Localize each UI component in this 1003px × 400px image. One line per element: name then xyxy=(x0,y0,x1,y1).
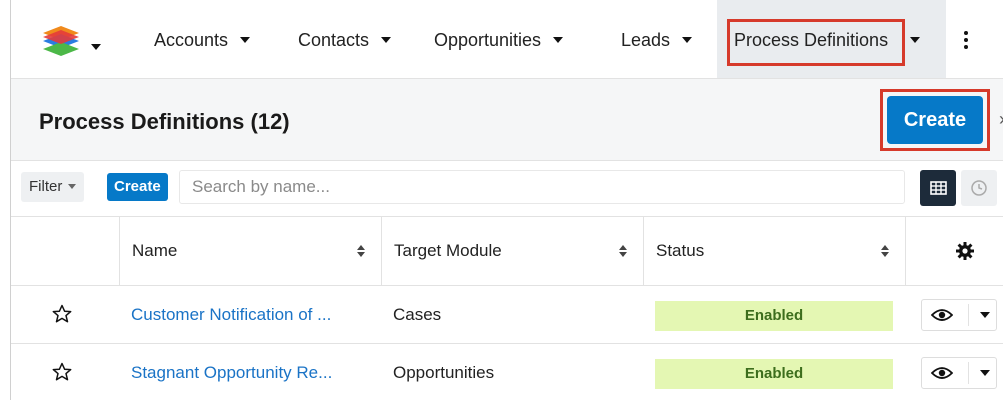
table-header: Name Target Module Status xyxy=(11,217,1003,286)
th-favorite xyxy=(11,217,119,285)
app-frame: Accounts Contacts Opportunities Leads Pr… xyxy=(10,0,1003,400)
filter-create-button[interactable]: Create xyxy=(107,173,168,201)
status-badge: Enabled xyxy=(655,359,893,389)
table-row: Customer Notification of ... Cases Enabl… xyxy=(11,286,1003,344)
th-status[interactable]: Status xyxy=(643,217,905,285)
activity-view-toggle[interactable] xyxy=(961,170,997,206)
nav-item-contacts[interactable]: Contacts xyxy=(298,30,392,51)
logo-menu-chevron-down-icon[interactable] xyxy=(91,38,101,56)
gear-icon[interactable] xyxy=(955,241,975,261)
chevron-down-icon[interactable] xyxy=(240,36,251,43)
chevron-right-icon[interactable]: › xyxy=(999,109,1003,130)
chevron-down-icon[interactable] xyxy=(381,36,392,43)
chevron-down-icon xyxy=(68,183,77,189)
sort-icon[interactable] xyxy=(881,245,889,257)
nav-item-leads[interactable]: Leads xyxy=(621,30,693,51)
target-module-cell: Cases xyxy=(393,305,442,324)
record-name-link[interactable]: Customer Notification of ... xyxy=(119,286,381,343)
row-actions-button[interactable] xyxy=(921,299,997,331)
nav-item-opportunities[interactable]: Opportunities xyxy=(434,30,564,51)
list-view-toggle[interactable] xyxy=(920,170,956,206)
th-name[interactable]: Name xyxy=(119,217,381,285)
row-actions-button[interactable] xyxy=(921,357,997,389)
sort-icon[interactable] xyxy=(357,245,365,257)
table-row: Stagnant Opportunity Re... Opportunities… xyxy=(11,344,1003,400)
eye-icon[interactable] xyxy=(931,365,953,381)
star-icon[interactable] xyxy=(52,304,72,324)
search-input[interactable] xyxy=(179,170,905,204)
chevron-down-icon[interactable] xyxy=(980,312,990,318)
chevron-down-icon[interactable] xyxy=(682,36,693,43)
page-header: Process Definitions (12) Create › xyxy=(11,79,1003,161)
filter-bar: Filter Create xyxy=(11,161,1003,217)
star-icon[interactable] xyxy=(52,362,72,382)
chevron-down-icon[interactable] xyxy=(553,36,564,43)
th-target-module[interactable]: Target Module xyxy=(381,217,643,285)
sugar-cube-logo-icon[interactable] xyxy=(43,26,79,58)
top-nav: Accounts Contacts Opportunities Leads Pr… xyxy=(11,0,1003,79)
highlight-box-nav xyxy=(727,19,905,66)
chevron-down-icon[interactable] xyxy=(910,36,921,43)
record-name-link[interactable]: Stagnant Opportunity Re... xyxy=(119,344,381,400)
chevron-down-icon[interactable] xyxy=(980,370,990,376)
nav-item-accounts[interactable]: Accounts xyxy=(154,30,251,51)
status-badge: Enabled xyxy=(655,301,893,331)
page-title: Process Definitions (12) xyxy=(39,109,290,134)
clock-icon xyxy=(971,180,987,196)
more-menu-kebab-icon[interactable] xyxy=(964,31,968,52)
table-grid-icon xyxy=(930,181,947,195)
th-actions xyxy=(905,217,1003,285)
eye-icon[interactable] xyxy=(931,307,953,323)
create-button[interactable]: Create xyxy=(887,96,983,144)
filter-dropdown[interactable]: Filter xyxy=(21,172,85,202)
sort-icon[interactable] xyxy=(619,245,627,257)
target-module-cell: Opportunities xyxy=(393,363,495,382)
